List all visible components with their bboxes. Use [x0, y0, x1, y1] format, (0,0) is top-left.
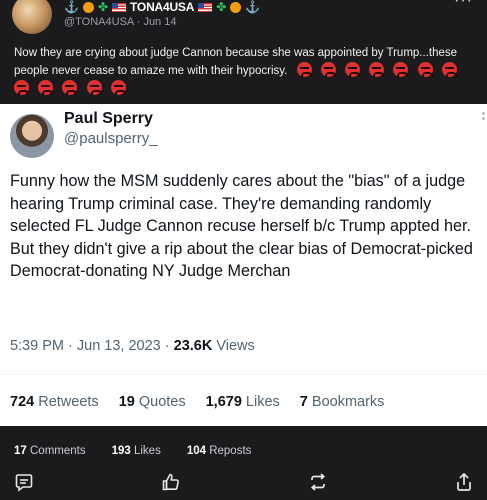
tweet-stat-likes: 1,679 Likes — [206, 394, 280, 410]
stat-label: Quotes — [134, 394, 186, 410]
likes-count[interactable]: 193 Likes — [112, 445, 161, 457]
scroll-indicator-icon — [482, 112, 485, 115]
tweet-stat-bookmarks: 7 Bookmarks — [300, 394, 385, 410]
embedded-tweet-image[interactable]: Paul Sperry @paulsperry_ Funny how the M… — [0, 104, 487, 426]
tweet-views-value: 23.6K — [173, 338, 213, 354]
tweet-author-name: Paul Sperry — [64, 110, 153, 127]
anchor-emoji-icon: ⚓ — [64, 0, 79, 14]
clover-emoji-icon: ✤ — [216, 0, 227, 14]
stat-value: 7 — [299, 394, 308, 410]
tweet-body: Funny how the MSM suddenly cares about t… — [10, 172, 473, 280]
orange-circle-emoji-icon — [230, 1, 242, 13]
divider — [0, 374, 487, 375]
clover-emoji-icon: ✤ — [97, 0, 109, 14]
stat-value: 1,679 — [205, 394, 242, 410]
tweet-stat-quotes: 19 Quotes — [119, 394, 186, 410]
comments-count[interactable]: 17 Comments — [14, 445, 86, 457]
angry-face-emoji-icon — [417, 62, 433, 77]
count-value: 193 — [111, 445, 131, 457]
anchor-emoji-icon: ⚓ — [245, 0, 261, 14]
stat-label: Bookmarks — [307, 394, 385, 410]
action-row — [0, 470, 487, 498]
stat-value: 19 — [118, 394, 135, 410]
share-icon — [457, 472, 471, 491]
count-label: Comments — [26, 445, 86, 457]
post-text: Now they are crying about judge Cannon b… — [14, 44, 474, 98]
repost-button[interactable] — [308, 472, 328, 492]
scroll-indicator-icon — [482, 117, 485, 120]
stat-value: 724 — [10, 394, 35, 410]
comment-icon — [15, 474, 33, 492]
reposts-count[interactable]: 104 Reposts — [187, 445, 252, 457]
angry-face-emoji-icon — [344, 62, 360, 77]
engagement-counts: 17 Comments 193 Likes 104 Reposts — [14, 445, 277, 457]
tweet-timestamp: 5:39 PM · Jun 13, 2023 · — [10, 338, 174, 354]
author-name-row[interactable]: ⚓ ✤ TONA4USA ✤ ⚓ — [64, 0, 260, 14]
angry-face-emoji-icon — [369, 62, 385, 77]
angry-face-emoji-icon — [62, 80, 78, 95]
us-flag-emoji-icon — [112, 2, 127, 12]
tweet-avatar — [10, 114, 54, 158]
tweet-stats: 724 Retweets 19 Quotes 1,679 Likes 7 Boo… — [10, 394, 384, 410]
tweet-stat-retweets: 724 Retweets — [10, 394, 99, 410]
angry-face-emoji-icon — [296, 62, 312, 77]
tweet-author-handle: @paulsperry_ — [64, 130, 158, 147]
handle-and-time: @TONA4USA · Jun 14 — [64, 16, 176, 28]
display-name[interactable]: TONA4USA — [130, 0, 194, 14]
post-time: · Jun 14 — [136, 16, 177, 28]
count-label: Reposts — [206, 445, 252, 457]
stat-label: Retweets — [34, 394, 99, 410]
stat-label: Likes — [241, 394, 280, 410]
count-label: Likes — [130, 445, 161, 457]
avatar[interactable] — [12, 0, 52, 34]
angry-face-emoji-icon — [110, 80, 126, 95]
tweet-views-label: Views — [212, 338, 255, 354]
angry-face-emoji-icon — [320, 62, 336, 77]
post-text-content: Now they are crying about judge Cannon b… — [14, 47, 458, 77]
orange-circle-emoji-icon — [82, 1, 94, 13]
outer-post: ⚓ ✤ TONA4USA ✤ ⚓ @TONA4USA · Jun 14 ··· … — [0, 0, 487, 104]
engagement-bar: 17 Comments 193 Likes 104 Reposts — [0, 426, 487, 500]
like-button[interactable] — [161, 472, 181, 492]
like-icon — [162, 473, 179, 491]
more-options-button[interactable]: ··· — [454, 0, 473, 10]
us-flag-emoji-icon — [198, 2, 213, 12]
angry-face-emoji-icon — [441, 62, 457, 77]
angry-face-emoji-icon — [393, 62, 409, 77]
tweet-meta: 5:39 PM · Jun 13, 2023 · 23.6K Views — [10, 338, 255, 354]
angry-face-emoji-icon — [38, 80, 54, 95]
comment-button[interactable] — [14, 472, 34, 492]
angry-face-emoji-icon — [86, 80, 102, 95]
angry-face-emoji-icon — [14, 80, 29, 95]
author-handle[interactable]: @TONA4USA — [64, 16, 134, 28]
count-value: 104 — [186, 445, 207, 457]
share-button[interactable] — [454, 472, 474, 492]
repost-icon — [310, 473, 326, 491]
count-value: 17 — [14, 445, 27, 457]
